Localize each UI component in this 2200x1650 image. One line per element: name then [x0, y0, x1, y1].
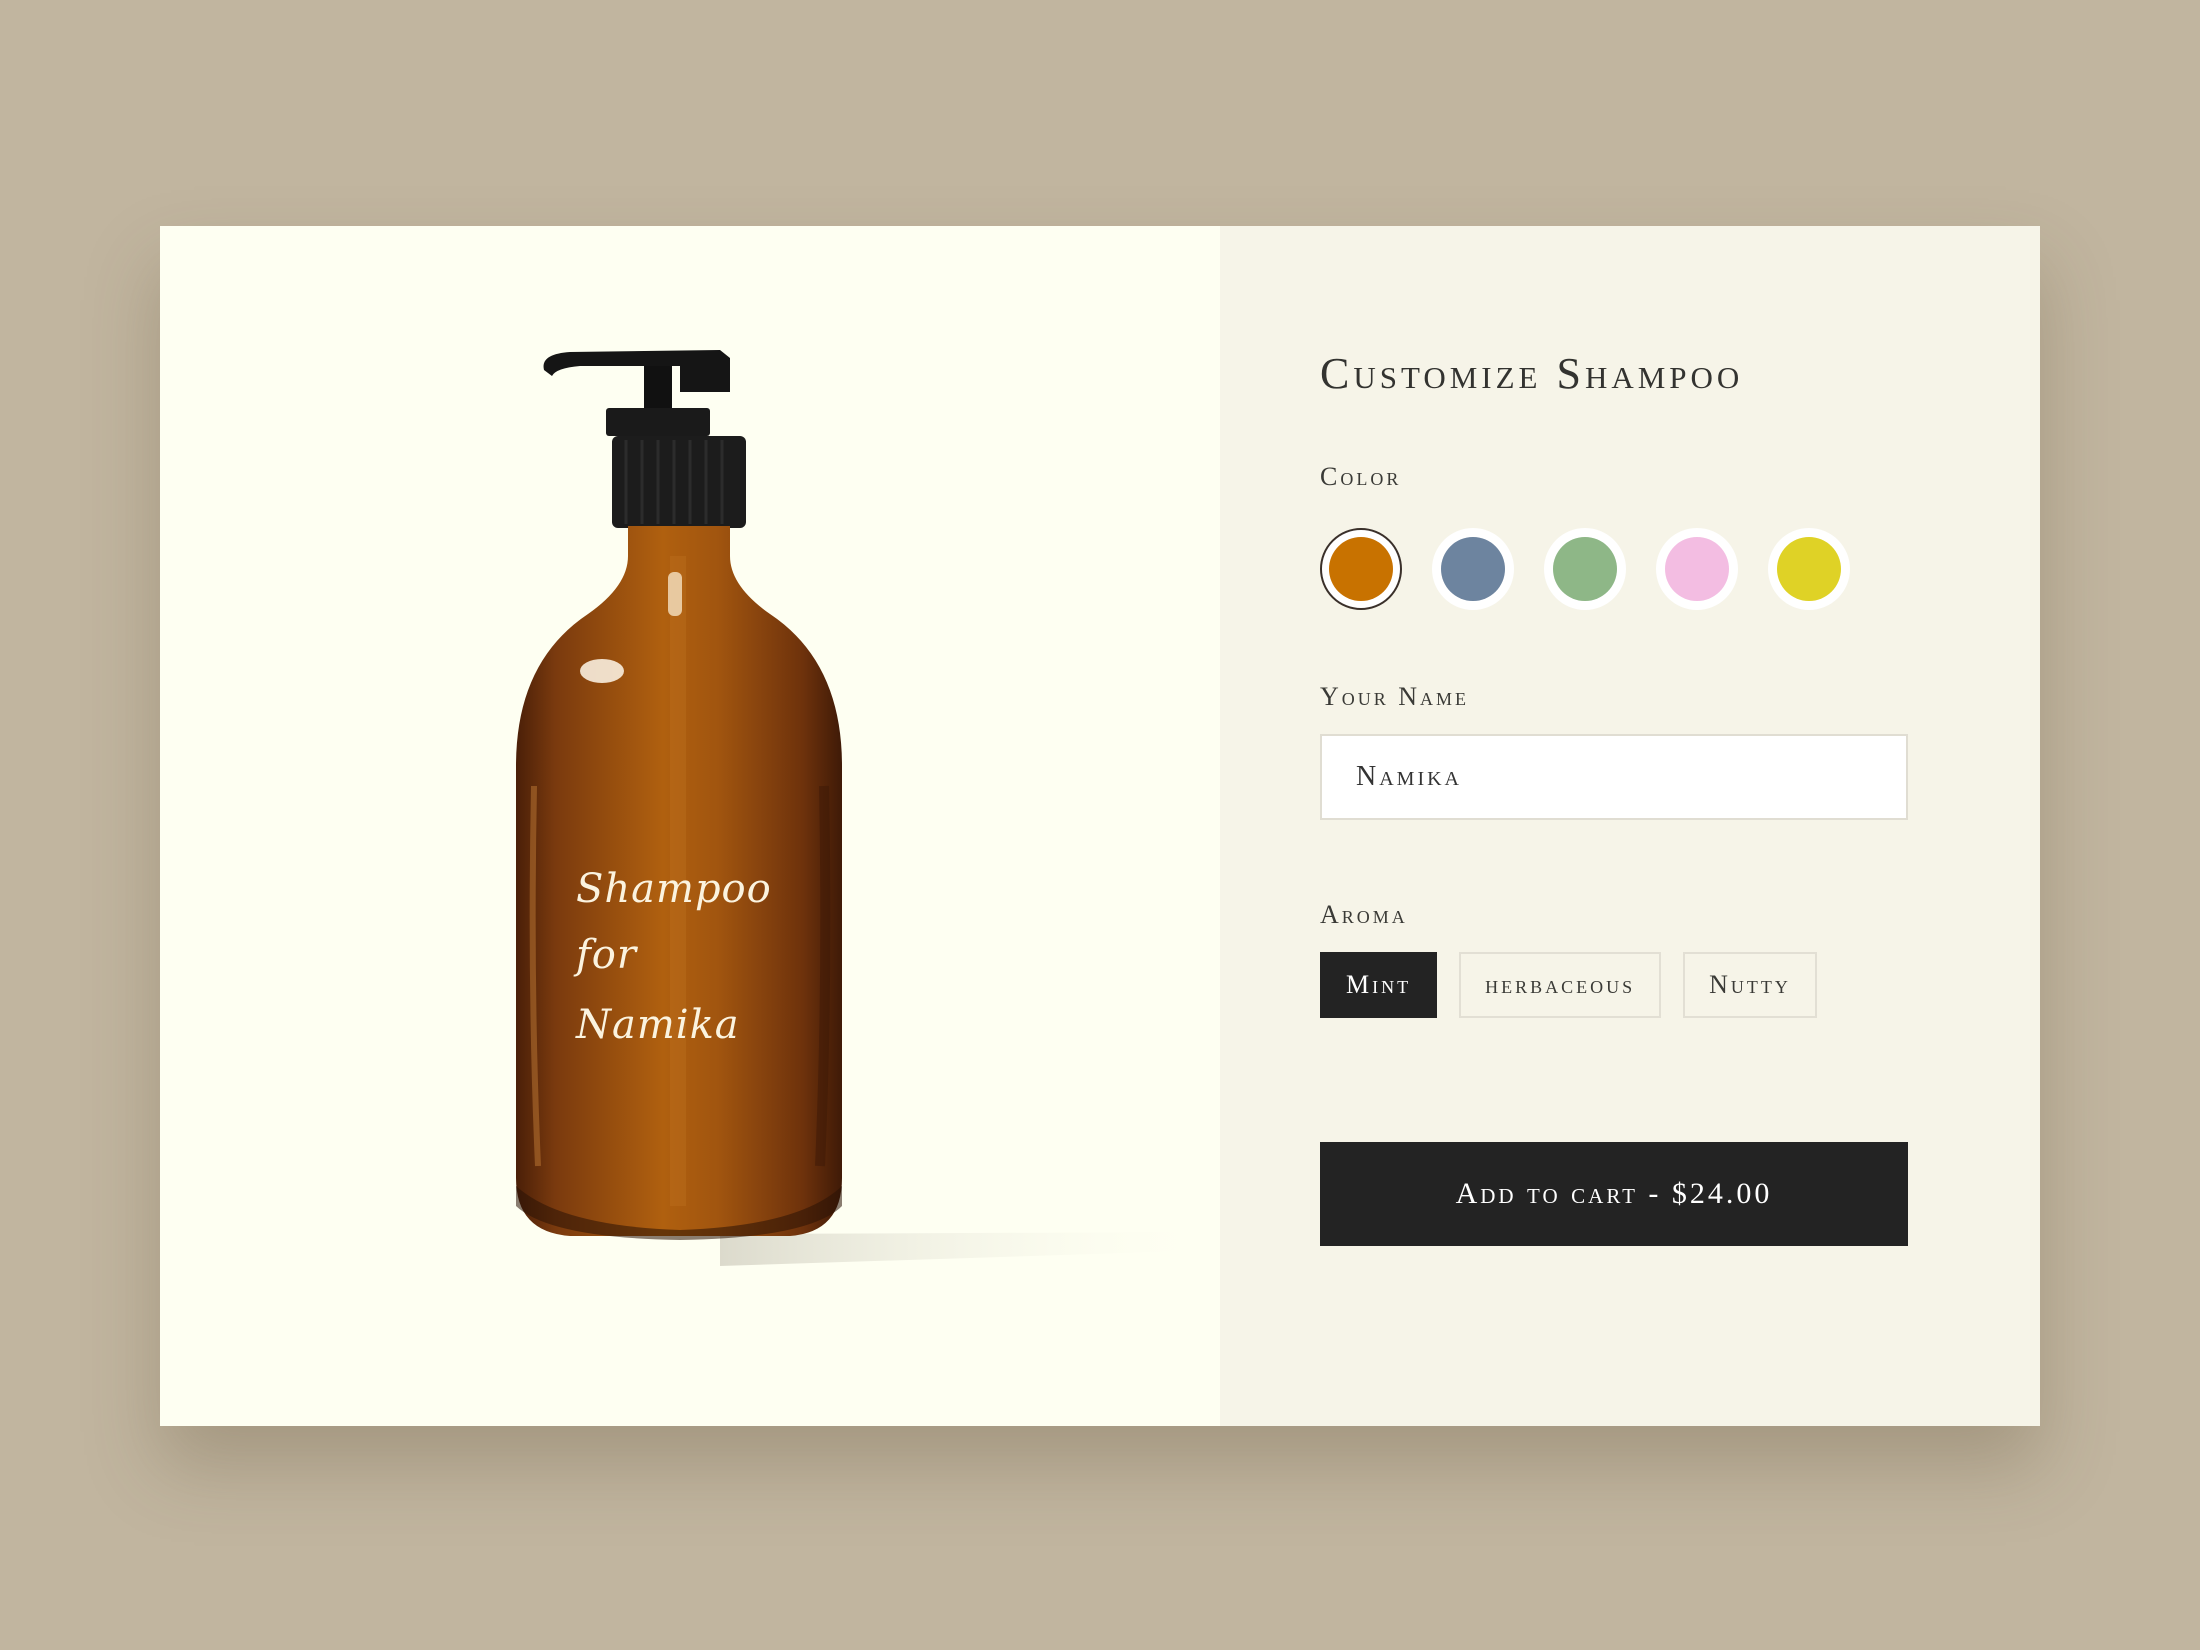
bottle-label-line-1: Shampoo: [576, 866, 772, 912]
color-swatch-fill: [1777, 537, 1841, 601]
color-swatch-amber[interactable]: [1320, 528, 1402, 610]
name-input[interactable]: [1320, 734, 1908, 820]
color-swatch-pink[interactable]: [1656, 528, 1738, 610]
shampoo-bottle-image: [516, 350, 1220, 1266]
color-swatch-fill: [1329, 537, 1393, 601]
color-swatch-fill: [1665, 537, 1729, 601]
aroma-option-nutty[interactable]: Nutty: [1683, 952, 1817, 1018]
bottle-label-line-2: for: [576, 932, 638, 978]
color-label: Color: [1320, 462, 1402, 491]
name-label: Your Name: [1320, 682, 1470, 711]
product-image-panel: Shampoo for Namika: [160, 226, 1220, 1426]
product-customizer-card: Shampoo for Namika Customize Shampoo Col…: [160, 226, 2040, 1426]
color-swatch-slate-blue[interactable]: [1432, 528, 1514, 610]
color-swatch-fill: [1441, 537, 1505, 601]
color-swatch-sage-green[interactable]: [1544, 528, 1626, 610]
aroma-option-group: Mint herbaceous Nutty: [1320, 952, 1817, 1018]
aroma-option-herbaceous[interactable]: herbaceous: [1459, 952, 1662, 1018]
aroma-option-mint[interactable]: Mint: [1320, 952, 1438, 1018]
aroma-label: Aroma: [1320, 900, 1408, 929]
add-to-cart-button[interactable]: Add to cart - $24.00: [1320, 1142, 1908, 1246]
customize-form: Customize Shampoo Color Your Name Aroma …: [1220, 226, 2040, 1426]
bottle-label-line-3: Namika: [576, 1002, 740, 1048]
page-title: Customize Shampoo: [1320, 349, 1744, 398]
color-swatch-fill: [1553, 537, 1617, 601]
color-swatch-yellow[interactable]: [1768, 528, 1850, 610]
color-swatch-group: [1320, 528, 1850, 610]
